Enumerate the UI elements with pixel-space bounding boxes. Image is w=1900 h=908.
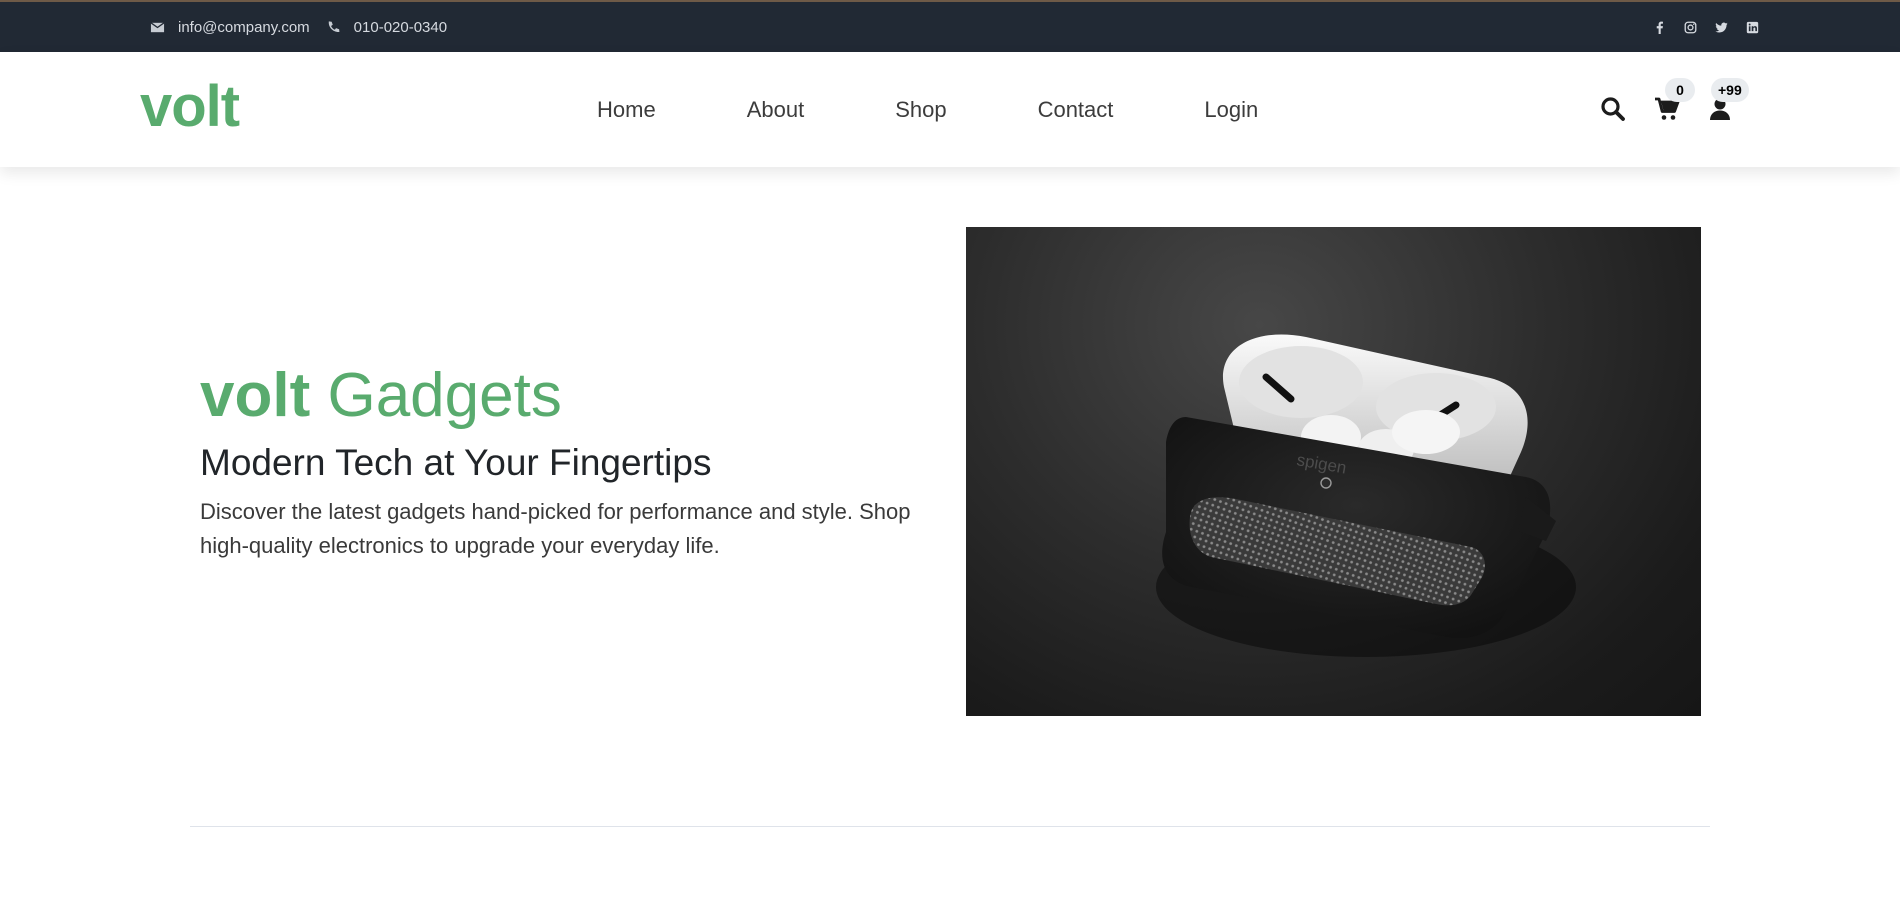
primary-nav: Home About Shop Contact Login bbox=[597, 52, 1258, 167]
twitter-icon[interactable] bbox=[1714, 20, 1728, 34]
search-icon[interactable] bbox=[1600, 96, 1626, 122]
social-links bbox=[1635, 2, 1759, 52]
cart-count-badge: 0 bbox=[1665, 78, 1695, 102]
user-count-badge: +99 bbox=[1711, 78, 1749, 102]
email-link[interactable]: info@company.com bbox=[150, 19, 310, 36]
facebook-icon[interactable] bbox=[1652, 20, 1666, 34]
nav-shop[interactable]: Shop bbox=[895, 97, 946, 123]
email-text: info@company.com bbox=[178, 18, 310, 36]
hero-description: Discover the latest gadgets hand-picked … bbox=[200, 499, 911, 558]
hero-product-image: spigen bbox=[966, 227, 1701, 716]
section-divider bbox=[190, 826, 1710, 827]
phone-link[interactable]: 010-020-0340 bbox=[326, 19, 447, 36]
nav-contact[interactable]: Contact bbox=[1038, 97, 1114, 123]
phone-icon bbox=[328, 20, 340, 32]
contact-info: info@company.com 010-020-0340 bbox=[150, 2, 447, 52]
hero-title-brand: volt bbox=[200, 361, 311, 430]
envelope-icon bbox=[150, 21, 165, 32]
linkedin-icon[interactable] bbox=[1745, 20, 1759, 34]
main-navbar: volt Home About Shop Contact Login 0 +99 bbox=[0, 52, 1900, 167]
nav-login[interactable]: Login bbox=[1204, 97, 1258, 123]
hero-title: volt Gadgets bbox=[200, 360, 562, 432]
phone-text: 010-020-0340 bbox=[353, 18, 448, 36]
nav-home[interactable]: Home bbox=[597, 97, 656, 123]
brand-logo[interactable]: volt bbox=[140, 72, 240, 142]
hero-subtitle: Modern Tech at Your Fingertips bbox=[200, 442, 712, 483]
top-info-bar: info@company.com 010-020-0340 bbox=[0, 0, 1900, 52]
hero-title-rest: Gadgets bbox=[327, 361, 562, 430]
instagram-icon[interactable] bbox=[1683, 20, 1697, 34]
nav-about[interactable]: About bbox=[747, 97, 805, 123]
